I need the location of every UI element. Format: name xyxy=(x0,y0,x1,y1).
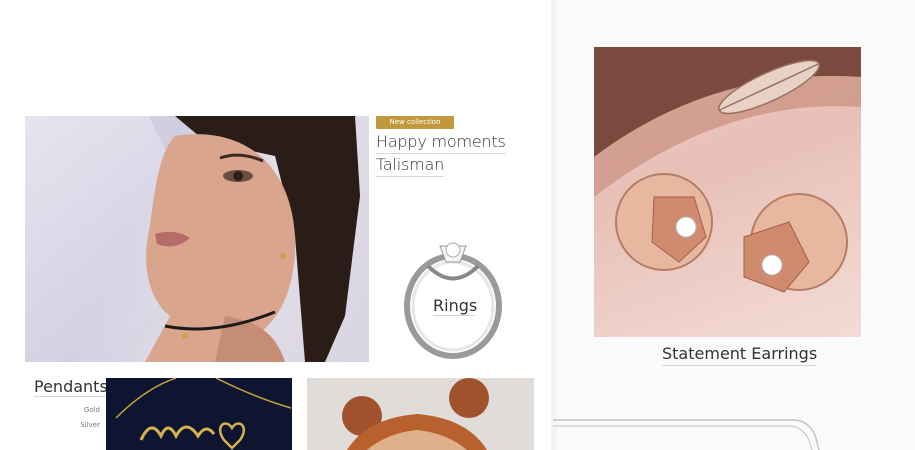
necklace-image[interactable] xyxy=(106,378,292,450)
model-portrait-image[interactable] xyxy=(25,116,369,362)
rings-label[interactable]: Rings xyxy=(433,296,477,316)
statement-earrings-image[interactable] xyxy=(594,47,861,337)
collection-line-happy-moments[interactable]: Happy moments xyxy=(376,132,506,154)
decorative-frame-line xyxy=(553,419,820,450)
page-spine xyxy=(551,0,559,450)
portrait-illustration xyxy=(145,116,360,362)
pendant-option-gold[interactable]: Gold xyxy=(70,406,100,414)
statement-earrings-label[interactable]: Statement Earrings xyxy=(662,344,818,366)
pendant-option-silver[interactable]: Silver xyxy=(70,421,100,429)
collection-line-talisman[interactable]: Talisman xyxy=(376,155,444,177)
new-collection-badge[interactable]: New collection xyxy=(376,116,454,129)
model-with-buns-image[interactable] xyxy=(307,378,534,450)
pendants-title[interactable]: Pendants xyxy=(34,377,108,397)
